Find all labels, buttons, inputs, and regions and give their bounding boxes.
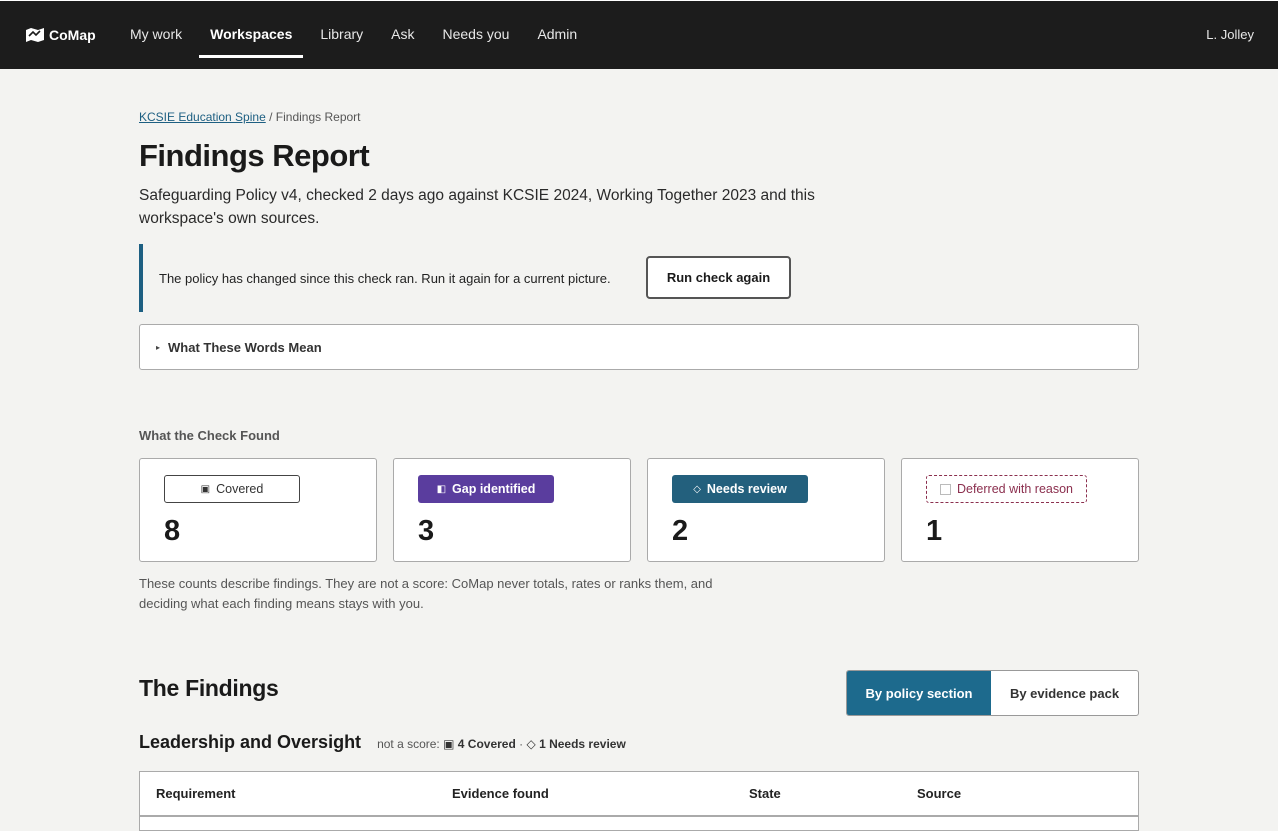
summary-card-gap: ◧ Gap identified 3 — [393, 458, 631, 562]
breadcrumb-separator: / — [269, 110, 273, 124]
covered-icon: ▣ — [200, 483, 211, 495]
review-icon: ◇ — [693, 483, 701, 495]
run-check-again-button[interactable]: Run check again — [646, 256, 791, 299]
summary-card-deferred: Deferred with reason 1 — [901, 458, 1139, 562]
column-header-source: Source — [917, 786, 962, 801]
review-badge: ◇ Needs review — [672, 475, 808, 503]
group-meta-prefix: not a score: — [377, 737, 440, 751]
nav-item-admin[interactable]: Admin — [537, 1, 577, 70]
nav-item-ask[interactable]: Ask — [391, 1, 414, 70]
gap-badge: ◧ Gap identified — [418, 475, 554, 503]
app-name: CoMap — [49, 27, 96, 43]
glossary-disclosure[interactable]: ▸ What These Words Mean — [139, 324, 1139, 370]
view-toggle: By policy section By evidence pack — [846, 670, 1139, 716]
summary-cards: ▣ Covered 8 ◧ Gap identified 3 ◇ Needs r… — [139, 458, 1139, 562]
summary-card-review: ◇ Needs review 2 — [647, 458, 885, 562]
breadcrumb: KCSIE Education Spine / Findings Report — [139, 110, 361, 124]
page-subtitle: Safeguarding Policy v4, checked 2 days a… — [139, 187, 815, 227]
breadcrumb-current: Findings Report — [275, 110, 361, 124]
toggle-by-evidence-pack[interactable]: By evidence pack — [991, 671, 1138, 715]
summary-heading: What the Check Found — [139, 428, 280, 443]
gap-label: Gap identified — [452, 482, 536, 496]
deferred-label: Deferred with reason — [956, 482, 1074, 496]
nav-item-needs-you[interactable]: Needs you — [443, 1, 510, 70]
nav-item-workspaces[interactable]: Workspaces — [199, 1, 304, 70]
gap-icon: ◧ — [436, 483, 447, 495]
covered-label: Covered — [216, 482, 264, 496]
group-header: Leadership and Oversight not a score: ▣ … — [139, 732, 626, 753]
column-header-evidence: Evidence found — [452, 786, 549, 801]
table-header-row: Requirement Evidence found State Source — [140, 772, 1138, 817]
covered-badge: ▣ Covered — [164, 475, 300, 503]
covered-count: 8 — [164, 515, 181, 547]
toggle-by-policy-section[interactable]: By policy section — [847, 671, 992, 715]
deferred-icon — [939, 483, 951, 495]
gap-count: 3 — [418, 515, 435, 547]
group-counts: not a score: ▣ 4 Covered · ◇ 1 Needs rev… — [377, 737, 626, 751]
findings-title: The Findings — [139, 675, 279, 701]
glossary-label: What These Words Mean — [168, 339, 322, 355]
disclosure-triangle-icon: ▸ — [156, 342, 161, 352]
map-logo-icon — [26, 28, 44, 42]
stale-check-notice: The policy has changed since this check … — [139, 244, 799, 312]
column-header-state: State — [749, 786, 781, 801]
deferred-badge: Deferred with reason — [926, 475, 1087, 503]
top-navigation-bar: CoMap My work Workspaces Library Ask Nee… — [0, 0, 1278, 69]
column-header-requirement: Requirement — [156, 786, 236, 801]
comap-logo[interactable]: CoMap — [25, 27, 96, 43]
group-meta-separator: · — [519, 737, 524, 751]
group-covered-count: ▣ 4 Covered — [443, 737, 516, 751]
review-label: Needs review — [706, 482, 787, 496]
summary-caption: These counts describe findings. They are… — [139, 576, 713, 611]
breadcrumb-link-workspace[interactable]: KCSIE Education Spine — [139, 110, 266, 124]
page-title: Findings Report — [139, 138, 370, 173]
group-title: Leadership and Oversight — [139, 732, 362, 752]
group-review-count: ◇ 1 Needs review — [526, 737, 626, 751]
summary-card-covered: ▣ Covered 8 — [139, 458, 377, 562]
nav-item-my-work[interactable]: My work — [130, 1, 182, 70]
user-menu[interactable]: L. Jolley — [1206, 27, 1254, 42]
notice-text: The policy has changed since this check … — [159, 270, 611, 286]
main-nav: My work Workspaces Library Ask Needs you… — [130, 1, 605, 70]
findings-table: Requirement Evidence found State Source — [139, 771, 1139, 831]
deferred-count: 1 — [926, 515, 943, 547]
nav-item-library[interactable]: Library — [320, 1, 363, 70]
review-count: 2 — [672, 515, 689, 547]
